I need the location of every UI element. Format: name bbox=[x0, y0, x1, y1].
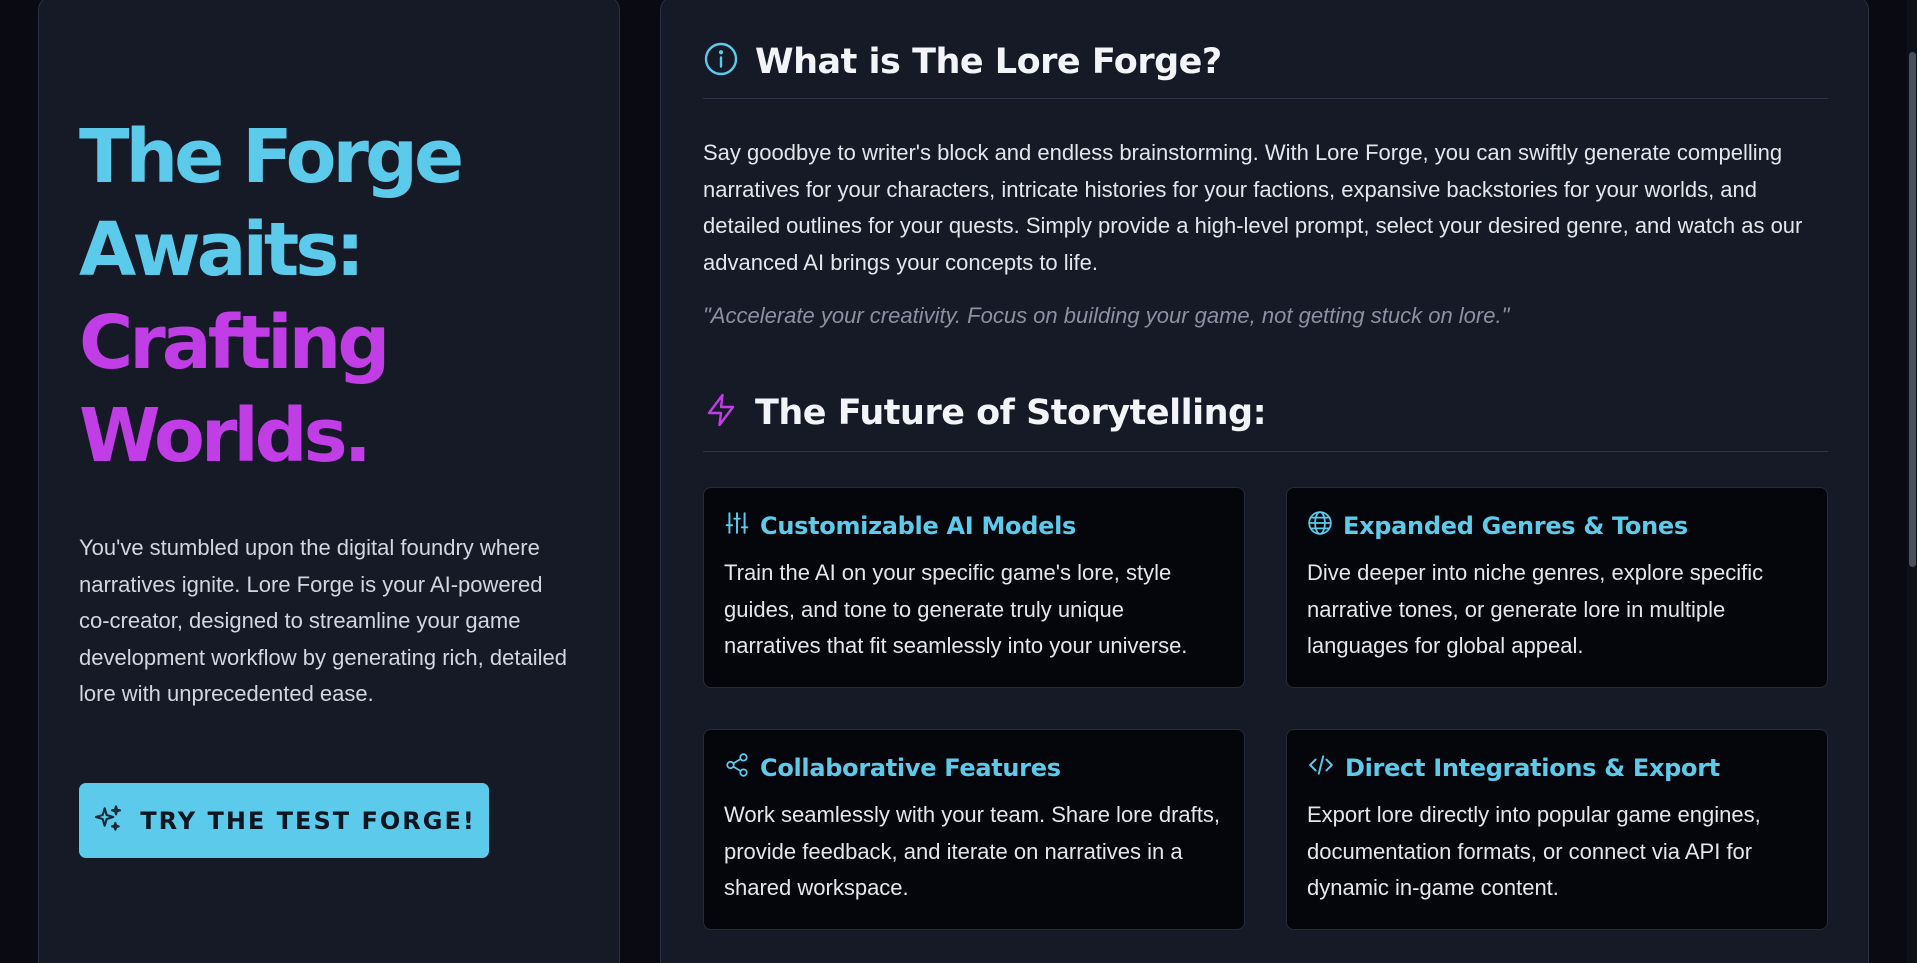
future-heading-row: The Future of Storytelling: bbox=[703, 390, 1828, 452]
about-heading: What is The Lore Forge? bbox=[755, 41, 1222, 82]
about-description: Say goodbye to writer's block and endles… bbox=[703, 140, 1803, 275]
feature-text: Export lore directly into popular game e… bbox=[1307, 802, 1761, 900]
feature-title: Direct Integrations & Export bbox=[1345, 753, 1720, 782]
feature-card-collaborative: Collaborative Features Work seamlessly w… bbox=[703, 729, 1245, 930]
future-heading: The Future of Storytelling: bbox=[755, 392, 1267, 433]
feature-title: Expanded Genres & Tones bbox=[1343, 511, 1688, 540]
about-quote: "Accelerate your creativity. Focus on bu… bbox=[703, 303, 1510, 328]
try-test-forge-button[interactable]: TRY THE TEST FORGE! bbox=[79, 783, 489, 858]
hero-title-line-3: Crafting bbox=[79, 300, 390, 386]
hero-description: You've stumbled upon the digital foundry… bbox=[79, 535, 567, 706]
code-icon bbox=[1307, 752, 1335, 783]
about-heading-row: What is The Lore Forge? bbox=[703, 41, 1828, 99]
sparkles-icon bbox=[92, 803, 124, 838]
hero-title-line-2: Awaits: bbox=[79, 207, 365, 293]
sliders-icon bbox=[724, 510, 750, 541]
feature-text: Work seamlessly with your team. Share lo… bbox=[724, 802, 1220, 900]
feature-text: Train the AI on your specific game's lor… bbox=[724, 560, 1188, 658]
globe-icon bbox=[1307, 510, 1333, 541]
hero-title: The Forge Awaits: Crafting Worlds. bbox=[79, 111, 464, 483]
feature-card-expanded-genres: Expanded Genres & Tones Dive deeper into… bbox=[1286, 487, 1828, 688]
info-icon bbox=[703, 41, 739, 82]
feature-title: Customizable AI Models bbox=[760, 511, 1076, 540]
feature-card-customizable-ai: Customizable AI Models Train the AI on y… bbox=[703, 487, 1245, 688]
feature-text: Dive deeper into niche genres, explore s… bbox=[1307, 560, 1764, 658]
content-panel: What is The Lore Forge? Say goodbye to w… bbox=[660, 0, 1869, 963]
feature-title: Collaborative Features bbox=[760, 753, 1061, 782]
try-test-forge-label: TRY THE TEST FORGE! bbox=[140, 806, 476, 835]
share-icon bbox=[724, 752, 750, 783]
scrollbar-thumb[interactable] bbox=[1909, 52, 1916, 567]
lightning-icon bbox=[703, 390, 739, 435]
hero-title-line-4: Worlds. bbox=[79, 393, 372, 479]
feature-card-integrations: Direct Integrations & Export Export lore… bbox=[1286, 729, 1828, 930]
hero-title-line-1: The Forge bbox=[79, 114, 464, 200]
hero-panel: The Forge Awaits: Crafting Worlds. You'v… bbox=[38, 0, 620, 963]
page: The Forge Awaits: Crafting Worlds. You'v… bbox=[0, 0, 1917, 963]
